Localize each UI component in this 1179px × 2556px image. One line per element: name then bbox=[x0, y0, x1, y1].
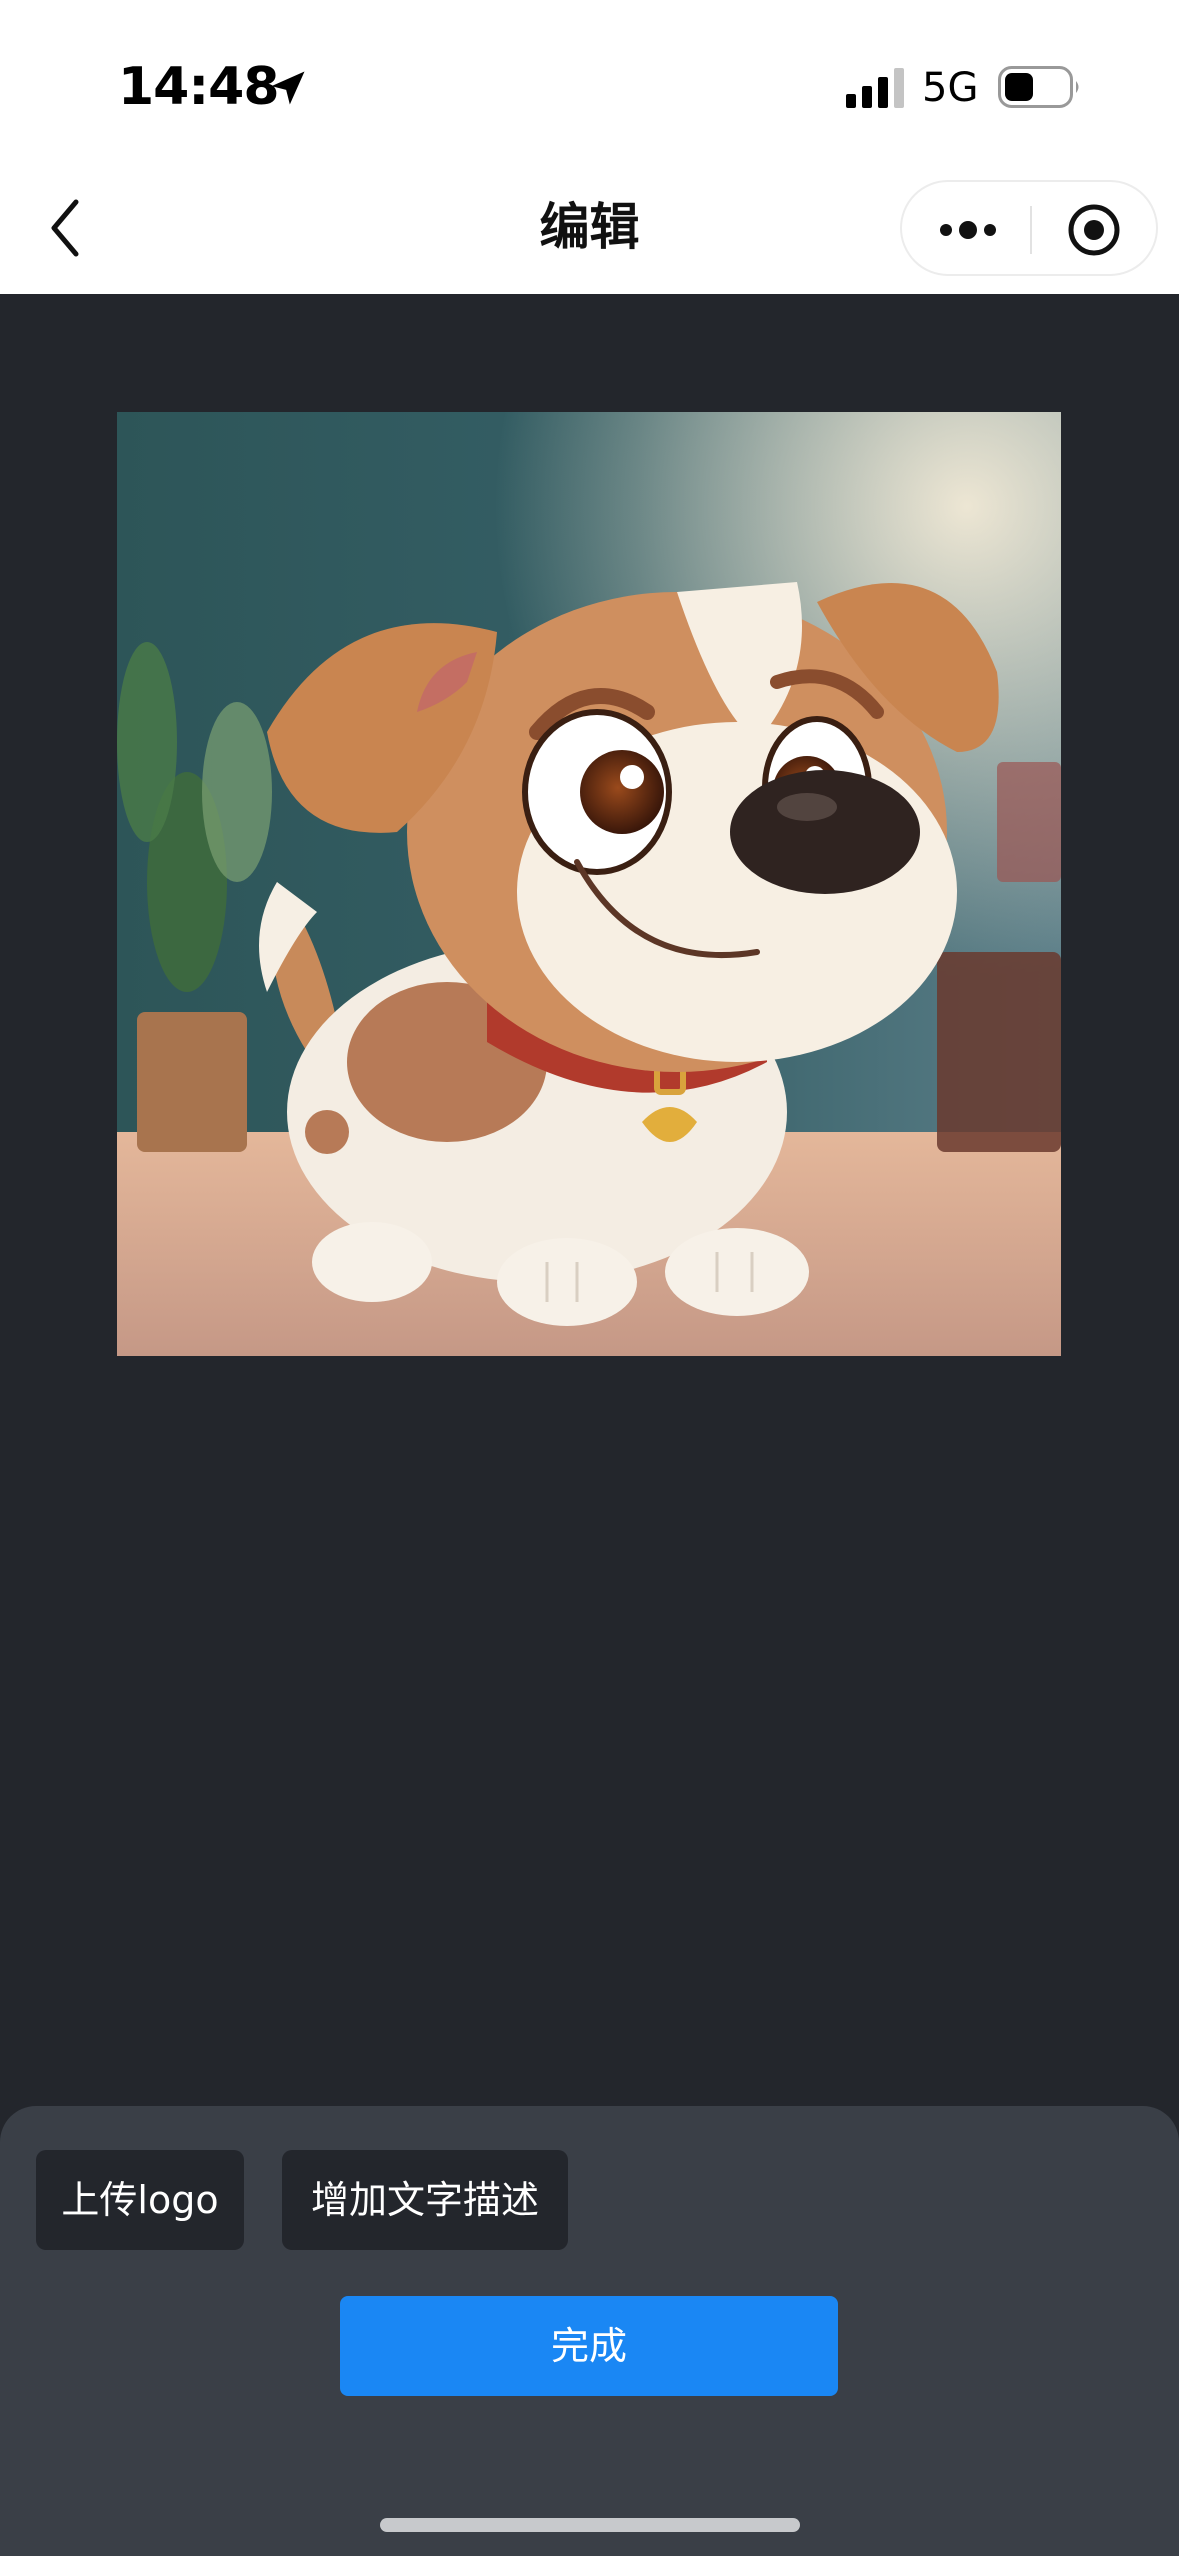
editor-screen: 14:48 5G 编辑 上传logo 增加文字描述 完成 bbox=[0, 0, 1179, 2556]
top-bar: 14:48 5G 编辑 bbox=[0, 0, 1179, 294]
home-indicator[interactable] bbox=[380, 2518, 800, 2532]
capsule-divider bbox=[1030, 206, 1032, 254]
signal-icon bbox=[846, 68, 904, 108]
more-icon[interactable] bbox=[936, 206, 1000, 254]
mini-program-capsule bbox=[900, 180, 1158, 276]
network-label: 5G bbox=[922, 65, 979, 111]
battery-icon bbox=[998, 66, 1079, 108]
bottom-toolbar: 上传logo 增加文字描述 完成 bbox=[0, 2106, 1179, 2556]
location-arrow-icon bbox=[271, 71, 305, 105]
puppy-illustration bbox=[117, 412, 1061, 1356]
target-icon[interactable] bbox=[1066, 202, 1122, 258]
upload-logo-button[interactable]: 上传logo bbox=[36, 2150, 244, 2250]
status-time: 14:48 bbox=[118, 57, 280, 117]
done-button[interactable]: 完成 bbox=[340, 2296, 838, 2396]
add-text-button[interactable]: 增加文字描述 bbox=[282, 2150, 568, 2250]
preview-image[interactable] bbox=[117, 412, 1061, 1356]
